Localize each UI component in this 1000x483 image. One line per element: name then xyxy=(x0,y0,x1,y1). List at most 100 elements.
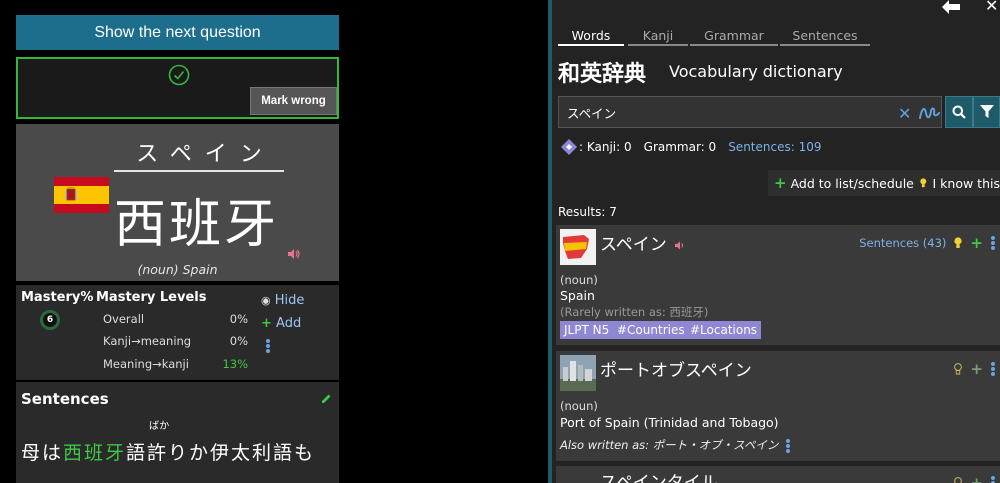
close-icon[interactable]: ✕ xyxy=(985,0,998,14)
level-row: Kanji→meaning 0% xyxy=(103,334,248,348)
eye-icon: ◉ xyxy=(261,294,271,307)
handwriting-icon[interactable] xyxy=(918,105,940,121)
sentence-part: 語許りか伊太利語も xyxy=(126,442,316,464)
dictionary-pane: ✕ Words Kanji Grammar Sentences 和英辞典 Voc… xyxy=(552,0,1000,483)
grammar-count: Grammar: 0 xyxy=(643,140,717,154)
tag-countries[interactable]: #Countries xyxy=(613,321,689,339)
result-word[interactable]: ポートオブスペイン xyxy=(600,356,752,381)
example-sentence: 母は西班牙語許りか伊太利語も xyxy=(21,438,315,465)
hide-link[interactable]: ◉ Hide xyxy=(261,293,304,308)
answer-result-box: Mark wrong xyxy=(16,57,339,119)
check-circle-icon xyxy=(168,64,190,86)
result-gloss: Spain xyxy=(560,288,595,303)
more-spellings-icon[interactable] xyxy=(786,438,791,454)
mastery-value: 6 xyxy=(46,315,54,325)
plus-icon[interactable]: + xyxy=(970,474,983,483)
clear-icon[interactable]: ✕ xyxy=(898,104,911,123)
mastery-ring: 6 xyxy=(40,310,60,330)
result-item[interactable]: スペインタイル + xyxy=(556,466,1000,483)
next-question-button[interactable]: Show the next question xyxy=(16,15,339,50)
result-item[interactable]: スペイン Sentences (43) + (noun) Spain (Rare… xyxy=(556,225,1000,345)
pencil-icon[interactable] xyxy=(321,393,332,404)
also-value: : ポート・オブ・スペイン xyxy=(645,438,779,452)
mastery-levels-title: Mastery Levels xyxy=(96,290,207,305)
also-label: Also written as xyxy=(560,438,646,452)
mastery-percent-label: Mastery% xyxy=(21,290,94,305)
tab-kanji[interactable]: Kanji xyxy=(628,28,688,46)
filter-button[interactable] xyxy=(973,96,1000,128)
mastery-panel: Mastery% 6 Mastery Levels Overall 0% Kan… xyxy=(16,285,339,380)
diamond-icon xyxy=(561,139,577,155)
plus-icon[interactable]: + xyxy=(774,174,787,192)
result-counts: : Kanji: 0 Grammar: 0 Sentences: 109 xyxy=(560,138,821,156)
sentence-furigana: ばか xyxy=(149,421,170,432)
add-to-list-bar: + Add to list/schedule I know this xyxy=(768,170,1000,196)
plus-icon: + xyxy=(261,316,272,331)
result-actions: Sentences (43) + xyxy=(859,234,995,252)
tag-jlpt[interactable]: JLPT N5 xyxy=(560,321,614,339)
mark-wrong-button[interactable]: Mark wrong xyxy=(250,87,337,115)
level-percent: 13% xyxy=(222,357,248,371)
rare-spelling: (Rarely written as: 西班牙) xyxy=(560,305,709,319)
bulb-icon[interactable] xyxy=(954,237,963,249)
dictionary-title-jp: 和英辞典 xyxy=(558,61,647,87)
quiz-pane: Show the next question Mark wrong スペイン 西… xyxy=(0,0,548,483)
more-options-icon[interactable] xyxy=(991,361,995,377)
result-gloss: Port of Spain (Trinidad and Tobago) xyxy=(560,415,779,430)
add-to-list-button[interactable]: Add to list/schedule xyxy=(791,176,914,191)
sentences-count-link[interactable]: Sentences: 109 xyxy=(728,140,821,154)
level-label: Meaning→kanji xyxy=(103,357,189,371)
search-icon xyxy=(952,105,966,119)
card-kanji: 西班牙 xyxy=(114,195,280,255)
part-of-speech: (noun) xyxy=(560,273,598,287)
plus-icon[interactable]: + xyxy=(970,234,983,252)
filter-icon xyxy=(979,105,994,118)
result-word[interactable]: スペインタイル xyxy=(600,468,718,483)
level-row: Meaning→kanji 13% xyxy=(103,357,248,371)
spain-map-thumbnail xyxy=(560,229,596,265)
tab-grammar[interactable]: Grammar xyxy=(690,28,778,46)
level-percent: 0% xyxy=(229,334,248,348)
search-box: ✕ xyxy=(558,96,942,128)
alternate-spelling: Also written as: ポート・オブ・スペイン xyxy=(560,437,791,454)
level-percent: 0% xyxy=(229,312,248,326)
search-input[interactable] xyxy=(559,98,879,126)
know-this-button[interactable]: I know this xyxy=(933,176,1000,191)
results-count: Results: 7 xyxy=(558,205,617,219)
tag-locations[interactable]: #Locations xyxy=(686,321,762,339)
tab-words[interactable]: Words xyxy=(558,28,624,46)
more-options-icon[interactable] xyxy=(266,338,270,354)
result-item[interactable]: ポートオブスペイン + (noun) Port of Spain (Trinid… xyxy=(556,351,1000,461)
level-label: Overall xyxy=(103,312,145,326)
back-arrow-icon[interactable] xyxy=(942,0,960,14)
hide-label: Hide xyxy=(274,293,305,308)
sentence-highlight: 西班牙 xyxy=(63,442,127,464)
level-row: Overall 0% xyxy=(103,312,248,326)
tab-sentences[interactable]: Sentences xyxy=(780,28,870,46)
flashcard: スペイン 西班牙 (noun) Spain xyxy=(16,124,339,281)
speaker-icon[interactable] xyxy=(288,249,300,259)
dictionary-title-en: Vocabulary dictionary xyxy=(669,62,843,81)
card-meaning: (noun) Spain xyxy=(137,262,218,277)
sentences-panel: Sentences ばか 母は西班牙語許りか伊太利語も xyxy=(16,382,339,483)
add-label: Add xyxy=(276,316,302,331)
plus-icon[interactable]: + xyxy=(970,360,983,378)
port-of-spain-thumbnail xyxy=(560,355,596,391)
kanji-count: : Kanji: 0 xyxy=(579,140,632,154)
bulb-icon[interactable] xyxy=(954,363,963,375)
result-word[interactable]: スペイン xyxy=(600,230,685,255)
bulb-icon[interactable] xyxy=(920,177,927,189)
result-actions: + xyxy=(954,474,995,483)
result-word-text[interactable]: スペイン xyxy=(600,235,667,255)
search-button[interactable] xyxy=(945,96,973,128)
part-of-speech: (noun) xyxy=(560,399,598,413)
speaker-icon[interactable] xyxy=(675,241,685,250)
more-options-icon[interactable] xyxy=(991,475,995,483)
spain-flag-icon xyxy=(54,177,109,213)
bulb-icon[interactable] xyxy=(954,477,963,483)
level-label: Kanji→meaning xyxy=(103,334,192,348)
add-link[interactable]: + Add xyxy=(261,316,301,331)
sentences-title: Sentences xyxy=(21,390,109,408)
sentences-link[interactable]: Sentences (43) xyxy=(859,236,946,250)
more-options-icon[interactable] xyxy=(991,235,995,251)
